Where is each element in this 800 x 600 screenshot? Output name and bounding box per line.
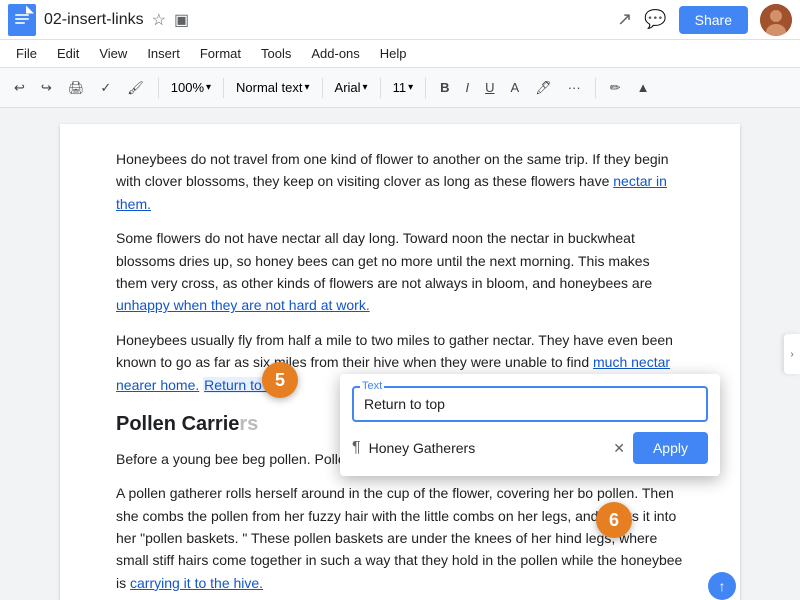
menu-addons[interactable]: Add-ons	[303, 44, 367, 63]
bold-button[interactable]: B	[434, 76, 455, 99]
unhappy-link[interactable]: unhappy when they are not hard at work.	[116, 297, 370, 313]
spellcheck-button[interactable]: ✓	[94, 76, 117, 100]
font-value: Arial	[335, 80, 361, 95]
highlight-button[interactable]: 🖊	[529, 76, 558, 100]
menu-tools[interactable]: Tools	[253, 44, 299, 63]
comment-icon[interactable]: 💬	[644, 9, 666, 30]
share-button[interactable]: Share	[679, 6, 748, 34]
avatar[interactable]	[760, 4, 792, 36]
text-input[interactable]	[352, 386, 708, 422]
more-button[interactable]: ···	[562, 76, 587, 99]
popup-close-icon[interactable]: ✕	[613, 437, 625, 459]
title-bar-right: ↗ 💬 Share	[617, 4, 792, 36]
fontsize-dropdown[interactable]: 11 ▾	[389, 78, 418, 97]
trend-icon[interactable]: ↗	[617, 9, 632, 30]
font-chevron: ▾	[363, 82, 368, 93]
zoom-dropdown[interactable]: 100% ▾	[167, 78, 215, 97]
doc-icon	[8, 4, 36, 36]
fontsize-chevron: ▾	[408, 82, 413, 93]
title-bar: 02-insert-links ☆ ▣ ↗ 💬 Share	[0, 0, 800, 40]
italic-button[interactable]: I	[460, 76, 476, 99]
menu-edit[interactable]: Edit	[49, 44, 87, 63]
menu-view[interactable]: View	[91, 44, 135, 63]
insert-link-popup: Text ¶ Honey Gatherers ✕ Apply	[340, 374, 720, 476]
toolbar-separator-4	[380, 78, 381, 98]
print-button[interactable]: 🖨	[62, 76, 91, 100]
edit-mode-button[interactable]: ✏	[604, 76, 627, 100]
paragraph-icon: ¶	[352, 435, 361, 461]
scroll-to-top-button[interactable]: ↑	[708, 572, 736, 600]
redo-button[interactable]: ↪	[35, 76, 58, 100]
style-dropdown[interactable]: Normal text ▾	[232, 78, 314, 97]
paragraph-5: A pollen gatherer rolls herself around i…	[116, 482, 684, 594]
document-page: Honeybees do not travel from one kind of…	[60, 124, 740, 600]
scroll-up-icon: ↑	[719, 575, 726, 597]
document-title: 02-insert-links	[44, 11, 144, 29]
style-chevron: ▾	[305, 82, 310, 93]
carrying-link[interactable]: carrying it to the hive.	[130, 575, 263, 591]
style-value: Normal text	[236, 80, 302, 95]
popup-link-text: Honey Gatherers	[369, 437, 606, 459]
step-6-label: 6	[609, 510, 619, 531]
paragraph-2: Some flowers do not have nectar all day …	[116, 227, 684, 317]
zoom-chevron: ▾	[206, 82, 211, 93]
zoom-value: 100%	[171, 80, 204, 95]
sidebar-toggle[interactable]: ›	[784, 334, 800, 374]
menu-file[interactable]: File	[8, 44, 45, 63]
paintformat-button[interactable]: 🖌	[121, 76, 150, 100]
text-field-label: Text	[360, 378, 384, 396]
menu-insert[interactable]: Insert	[139, 44, 188, 63]
folder-icon[interactable]: ▣	[174, 10, 189, 30]
apply-button[interactable]: Apply	[633, 432, 708, 464]
popup-link-row: ¶ Honey Gatherers ✕ Apply	[352, 432, 708, 464]
nectar-link[interactable]: nectar in them.	[116, 173, 667, 211]
menu-format[interactable]: Format	[192, 44, 249, 63]
underline-button[interactable]: U	[479, 76, 500, 99]
toolbar-separator-2	[223, 78, 224, 98]
fontsize-value: 11	[393, 80, 407, 95]
toolbar-separator-5	[425, 78, 426, 98]
toolbar-separator-6	[595, 78, 596, 98]
fontcolor-button[interactable]: A	[505, 76, 526, 99]
step-5-bubble: 5	[262, 362, 298, 398]
font-dropdown[interactable]: Arial ▾	[331, 78, 372, 97]
toolbar-separator-1	[158, 78, 159, 98]
menu-help[interactable]: Help	[372, 44, 415, 63]
toolbar-separator-3	[322, 78, 323, 98]
paragraph-1: Honeybees do not travel from one kind of…	[116, 148, 684, 215]
text-field-group: Text	[352, 386, 708, 422]
toolbar-collapse[interactable]: ▲	[631, 76, 656, 99]
undo-button[interactable]: ↩	[8, 76, 31, 100]
step-6-bubble: 6	[596, 502, 632, 538]
step-5-label: 5	[275, 370, 285, 391]
menu-bar: File Edit View Insert Format Tools Add-o…	[0, 40, 800, 68]
document-container: Honeybees do not travel from one kind of…	[0, 108, 800, 600]
title-bar-left: 02-insert-links ☆ ▣	[8, 4, 617, 36]
toolbar: ↩ ↪ 🖨 ✓ 🖌 100% ▾ Normal text ▾ Arial ▾ 1…	[0, 68, 800, 108]
star-icon[interactable]: ☆	[152, 10, 166, 30]
